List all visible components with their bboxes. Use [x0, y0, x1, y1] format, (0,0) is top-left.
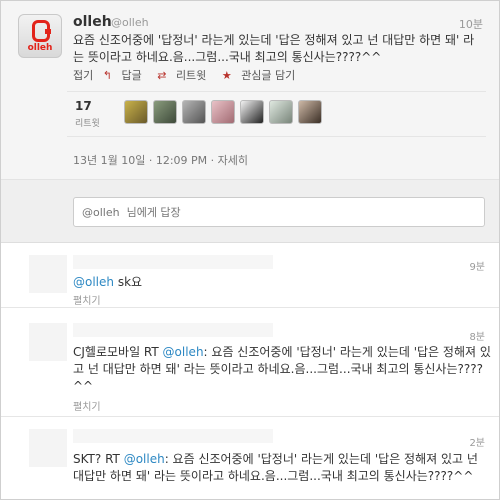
reply-text: CJ헬로모바일 RT @olleh: 요즘 신조어중에 '답정너' 라는게 있는…	[73, 344, 491, 395]
tweet-detail-panel: olleh olleh @olleh 10분 요즘 신조어중에 '답정너' 라는…	[0, 0, 500, 500]
reply-author[interactable]	[73, 429, 273, 443]
reply-input[interactable]	[73, 197, 485, 227]
tweet-timestamp[interactable]: 13년 1월 10일 · 12:09 PM · 자세히	[73, 152, 248, 168]
reply-tweet[interactable]: 8분 CJ헬로모바일 RT @olleh: 요즘 신조어중에 '답정너' 라는게…	[1, 308, 499, 417]
retweeter-avatar[interactable]	[269, 100, 293, 124]
reply-action[interactable]: ↰ 답글	[103, 69, 148, 82]
tweet-text: 요즘 신조어중에 '답정너' 라는게 있는데 '답은 정해져 있고 넌 대답만 …	[73, 33, 475, 64]
main-tweet: olleh olleh @olleh 10분 요즘 신조어중에 '답정너' 라는…	[1, 1, 499, 180]
retweeter-avatars	[124, 100, 322, 124]
collapse-link[interactable]: 접기	[73, 69, 93, 82]
tweet-username[interactable]: olleh	[73, 14, 112, 30]
retweet-action[interactable]: ⇄ 리트윗	[157, 69, 212, 82]
mention-link[interactable]: @olleh	[73, 275, 114, 289]
retweet-icon: ⇄	[157, 69, 167, 82]
star-icon: ★	[221, 69, 232, 82]
tweet-actions: 접기 ↰ 답글 ⇄ 리트윗 ★ 관심글 담기	[73, 67, 307, 83]
reply-tweet[interactable]: 9분 @olleh sk요 펼치기	[1, 243, 499, 308]
tweet-time[interactable]: 10분	[459, 16, 483, 32]
reply-tweet[interactable]: 2분 SKT? RT @olleh: 요즘 신조어중에 '답정너' 라는게 있는…	[1, 417, 499, 499]
retweet-label: 리트윗	[175, 69, 207, 82]
tweet-handle[interactable]: @olleh	[111, 16, 149, 29]
reply-composer	[1, 180, 499, 243]
olleh-avatar[interactable]: olleh	[18, 14, 62, 58]
retweeter-avatar[interactable]	[182, 100, 206, 124]
retweeter-avatar[interactable]	[124, 100, 148, 124]
reply-time[interactable]: 9분	[469, 258, 485, 273]
mention-link[interactable]: @olleh	[124, 452, 165, 466]
retweeter-avatar[interactable]	[240, 100, 264, 124]
retweet-count[interactable]: 17	[75, 99, 92, 113]
retweeter-avatar[interactable]	[211, 100, 235, 124]
reply-author[interactable]	[73, 323, 273, 337]
expand-link[interactable]: 펼치기	[73, 292, 101, 307]
olleh-logo-icon	[32, 20, 51, 42]
retweet-count-label: 리트윗	[75, 119, 100, 129]
reply-avatar[interactable]	[29, 255, 67, 293]
favorite-action[interactable]: ★ 관심글 담기	[222, 69, 301, 82]
avatar-brand-text: olleh	[27, 43, 53, 53]
reply-icon: ↰	[102, 69, 112, 82]
retweeter-avatar[interactable]	[153, 100, 177, 124]
reply-avatar[interactable]	[29, 323, 67, 361]
mention-link[interactable]: @olleh	[163, 345, 204, 359]
retweet-stats: 17 리트윗	[67, 91, 486, 137]
favorite-label: 관심글 담기	[241, 69, 296, 82]
expand-link[interactable]: 펼치기	[73, 398, 101, 413]
reply-time[interactable]: 2분	[469, 434, 485, 449]
reply-label: 답글	[121, 69, 142, 82]
retweeter-avatar[interactable]	[298, 100, 322, 124]
reply-prefix: SKT? RT	[73, 452, 124, 466]
reply-text: @olleh sk요	[73, 274, 491, 291]
reply-text: SKT? RT @olleh: 요즘 신조어중에 '답정너' 라는게 있는데 '…	[73, 451, 491, 485]
reply-prefix: CJ헬로모바일 RT	[73, 345, 163, 359]
reply-time[interactable]: 8분	[469, 328, 485, 343]
reply-body: sk요	[114, 275, 143, 289]
reply-avatar[interactable]	[29, 429, 67, 467]
reply-author[interactable]	[73, 255, 273, 269]
